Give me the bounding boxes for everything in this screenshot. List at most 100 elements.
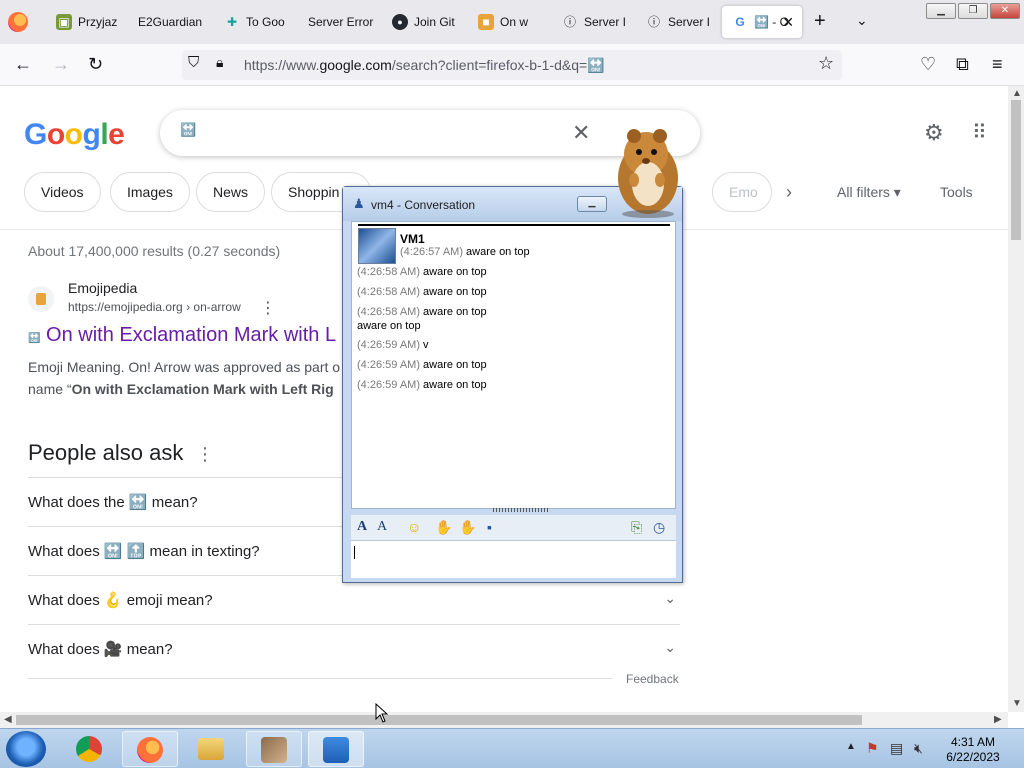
chrome-taskbar-button[interactable] [62, 731, 118, 767]
save-icon[interactable]: ▪ [487, 519, 492, 535]
chip-emoji[interactable]: Emo [712, 172, 772, 212]
close-window-button[interactable]: ✕ [990, 3, 1020, 19]
clock-time: 4:31 AM [950, 735, 996, 749]
chevron-down-icon[interactable]: ⌄ [664, 639, 676, 656]
scroll-right-icon[interactable]: ▶ [994, 714, 1002, 725]
show-hidden-icons[interactable]: ▲ [846, 741, 856, 752]
firefox-icon[interactable] [8, 12, 28, 32]
horizontal-scrollbar[interactable]: ◀ ▶ [0, 712, 1008, 728]
taskbar: ▲ ⚑ ▤ 🔇︎ 4:31 AM 6/22/2023 [0, 728, 1024, 768]
new-tab-button[interactable]: + [814, 10, 826, 33]
smiley-icon[interactable]: ☺ [407, 519, 421, 535]
tab-emojipedia[interactable]: ■ On w [468, 6, 552, 38]
messenger-icon: ♟ [353, 196, 365, 211]
network-icon[interactable]: ▤ [890, 740, 903, 757]
settings-gear-icon[interactable]: ⚙ [924, 120, 944, 146]
chat-message: (4:26:58 AM) aware on top [357, 266, 487, 278]
message-input[interactable] [351, 541, 676, 578]
chip-news[interactable]: News [196, 172, 266, 212]
tab-server-i-2[interactable]: ⓘ Server I [636, 6, 720, 38]
pocket-icon[interactable]: ♡ [920, 54, 936, 75]
explorer-taskbar-button[interactable] [184, 731, 240, 767]
google-apps-icon[interactable]: ⠿ [972, 120, 987, 145]
tools-button[interactable]: Tools [940, 184, 973, 200]
google-logo[interactable]: Google [24, 118, 125, 152]
tab-join-github[interactable]: ● Join Git [382, 6, 466, 38]
scroll-left-icon[interactable]: ◀ [4, 714, 12, 725]
minimize-button[interactable]: ▁ [577, 196, 607, 212]
message-history[interactable]: VM1 (4:26:57 AM) aware on top (4:26:58 A… [351, 221, 676, 509]
extensions-icon[interactable]: ⧉ [956, 54, 969, 75]
paa-question-text: What does 🎥 mean? [28, 641, 173, 658]
search-input[interactable]: 🔛 [180, 122, 196, 138]
system-clock[interactable]: 4:31 AM 6/22/2023 [936, 735, 1010, 765]
resize-grip[interactable] [493, 508, 549, 512]
chat-message: (4:26:59 AM) aware on top [357, 359, 487, 371]
paa-question[interactable]: What does 🎥 mean? ⌄ [28, 624, 680, 673]
scroll-up-icon[interactable]: ▲ [1012, 88, 1022, 99]
url-bar[interactable]: ⛉ 🔒︎ https://www.google.com/search?clien… [182, 50, 842, 80]
messenger-taskbar-button[interactable] [308, 731, 364, 767]
action-center-icon[interactable]: ⚑ [866, 740, 879, 757]
feedback-link[interactable]: Feedback [626, 672, 679, 686]
result-title-link[interactable]: 🔛 On with Exclamation Mark with L [28, 324, 336, 347]
scroll-thumb[interactable] [1011, 100, 1021, 240]
wink-icon[interactable]: ✋ [459, 519, 476, 536]
message-text: aware on top [423, 286, 487, 298]
message-text: aware on top [466, 246, 530, 258]
message-time: (4:26:59 AM) [357, 359, 420, 371]
url-path: /search?client=firefox-b-1-d&q=🔛 [391, 57, 605, 73]
chevron-down-icon[interactable]: ⌄ [664, 590, 676, 607]
send-file-icon[interactable]: ⎘ [631, 519, 642, 536]
tab-server-i-1[interactable]: ⓘ Server I [552, 6, 636, 38]
restore-button[interactable]: ❐ [958, 3, 988, 19]
history-icon[interactable]: ◷ [653, 519, 665, 536]
chip-images[interactable]: Images [110, 172, 190, 212]
vertical-scrollbar[interactable]: ▲ ▼ [1008, 86, 1024, 712]
close-tab-icon[interactable]: ✕ [782, 14, 794, 31]
tab-google-active[interactable]: G 🔛 - O ✕ [722, 6, 802, 38]
forward-arrow-icon[interactable]: → [52, 54, 70, 75]
conversation-window: ♟ vm4 - Conversation ▁ VM1 (4:26:57 AM) … [342, 186, 683, 583]
reload-icon[interactable]: ↻ [88, 54, 103, 75]
chat-message: (4:26:58 AM) aware on top [357, 306, 487, 318]
message-time: (4:26:57 AM) [400, 246, 463, 258]
tab-strip: ▣ Przyjaz E2Guardian ✚ To Goo Server Err… [0, 0, 1024, 44]
more-options-icon[interactable]: ⋮ [260, 298, 276, 318]
bookmark-star-icon[interactable]: ☆ [818, 53, 834, 74]
tab-label: To Goo [246, 15, 285, 29]
chip-videos[interactable]: Videos [24, 172, 101, 212]
back-arrow-icon[interactable]: ← [14, 54, 32, 75]
start-button[interactable] [6, 731, 46, 767]
app-taskbar-button[interactable] [246, 731, 302, 767]
result-url[interactable]: https://emojipedia.org › on-arrow [68, 300, 241, 314]
tab-server-error[interactable]: Server Error [298, 6, 382, 38]
chat-message: (4:26:59 AM) v [357, 339, 429, 351]
shield-icon[interactable]: ⛉ [188, 54, 199, 71]
tab-e2guardian[interactable]: E2Guardian [128, 6, 212, 38]
clear-search-icon[interactable]: ✕ [572, 120, 590, 146]
emojipedia-icon: ■ [478, 14, 494, 30]
tab-to-google[interactable]: ✚ To Goo [214, 6, 298, 38]
nudge-icon[interactable]: ✋ [435, 519, 452, 536]
url-text[interactable]: https://www.google.com/search?client=fir… [244, 57, 605, 74]
tab-label: Join Git [414, 15, 455, 29]
result-site-name[interactable]: Emojipedia [68, 280, 137, 296]
lock-icon[interactable]: 🔒︎ [216, 54, 223, 71]
menu-icon[interactable]: ≡ [992, 54, 1003, 75]
text-color-icon[interactable]: A [377, 519, 387, 535]
tab-przyjaz[interactable]: ▣ Przyjaz [46, 6, 126, 38]
tab-label: Przyjaz [78, 15, 118, 29]
font-icon[interactable]: A [357, 519, 367, 535]
list-all-tabs-button[interactable]: ⌄ [856, 12, 868, 29]
scroll-thumb[interactable] [16, 715, 862, 725]
chevron-right-icon[interactable]: › [786, 182, 792, 203]
all-filters-button[interactable]: All filters ▾ [837, 184, 901, 201]
scroll-down-icon[interactable]: ▼ [1012, 698, 1022, 709]
format-toolbar: A A ☺ ✋ ✋ ▪ ⎘ ◷ [351, 508, 676, 541]
firefox-taskbar-button[interactable] [122, 731, 178, 767]
more-options-icon[interactable]: ⋮ [196, 444, 214, 465]
info-icon: ⓘ [563, 15, 576, 29]
volume-muted-icon[interactable]: 🔇︎ [914, 740, 923, 757]
minimize-button[interactable]: ▁ [926, 3, 956, 19]
